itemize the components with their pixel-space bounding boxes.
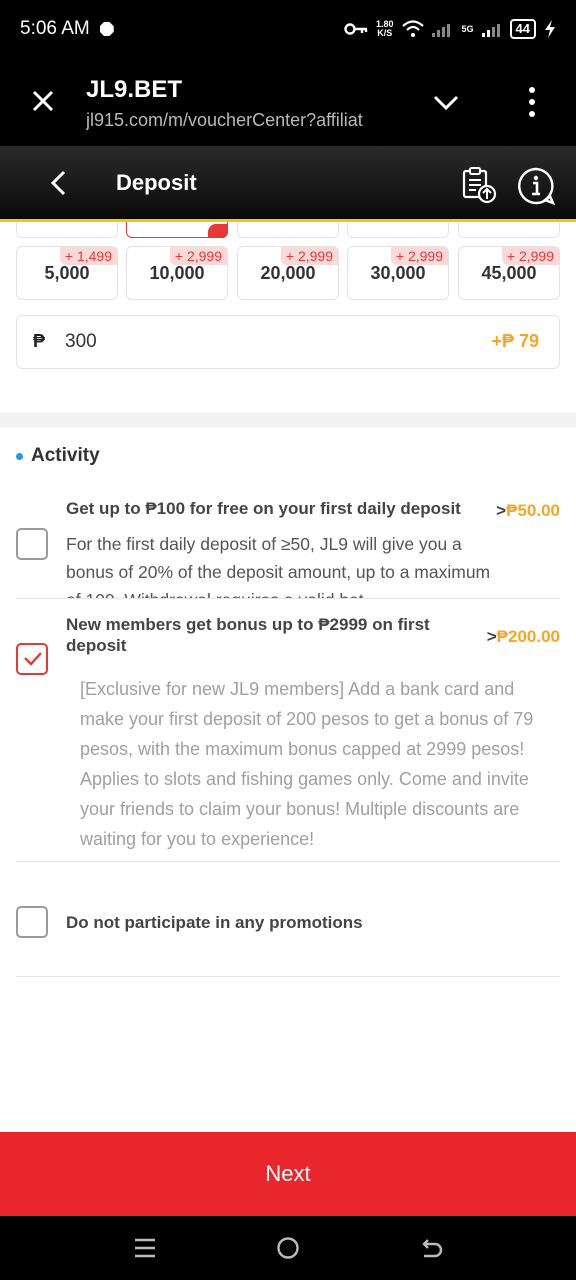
amount-tile[interactable]	[458, 222, 560, 238]
promo-title: Do not participate in any promotions	[66, 913, 363, 932]
divider	[16, 598, 560, 599]
tile-amount: 45,000	[481, 263, 537, 283]
signal-weak-icon	[431, 24, 450, 37]
amount-value: 300	[65, 331, 97, 352]
check-badge-icon	[208, 224, 228, 238]
charging-icon	[545, 20, 555, 38]
peso-icon: ₱	[33, 331, 46, 351]
close-icon[interactable]	[28, 86, 58, 116]
amount-tile[interactable]: + 2,999 10,000	[126, 246, 228, 300]
promo-description: [Exclusive for new JL9 members] Add a ba…	[80, 679, 534, 849]
app-header: Deposit	[0, 146, 576, 222]
check-icon	[24, 652, 42, 666]
activity-title: Activity	[31, 445, 100, 466]
notification-icon	[99, 22, 114, 36]
promo-title: New members get bonus up to ₱2999 on fir…	[66, 615, 430, 655]
browser-url[interactable]: jl915.com/m/voucherCenter?affiliat	[86, 110, 406, 131]
tile-amount: 10,000	[149, 263, 205, 283]
amount-tile[interactable]	[16, 222, 118, 238]
signal-icon	[481, 24, 500, 37]
recents-icon[interactable]	[133, 1236, 157, 1260]
promo-none[interactable]: Do not participate in any promotions	[16, 904, 560, 944]
tile-amount: 30,000	[370, 263, 426, 283]
home-icon[interactable]	[276, 1236, 300, 1260]
divider	[16, 976, 560, 977]
amount-tile-selected[interactable]	[126, 222, 228, 238]
status-bar: 5:06 AM 1.80 K/S 5G 44	[0, 0, 576, 58]
tile-amount: 5,000	[44, 263, 90, 283]
back-arrow-icon[interactable]	[44, 168, 74, 198]
browser-toolbar: JL9.BET jl915.com/m/voucherCenter?affili…	[0, 58, 576, 146]
promo-checkbox-checked[interactable]	[16, 643, 48, 675]
system-nav-bar	[0, 1216, 576, 1280]
amount-tile[interactable]: + 1,499 5,000	[16, 246, 118, 300]
divider	[16, 861, 560, 862]
page-title: Deposit	[116, 170, 197, 195]
amount-tile[interactable]: + 2,999 20,000	[237, 246, 339, 300]
deposit-record-icon[interactable]	[460, 166, 498, 204]
amount-bonus: +₱ 79	[491, 331, 539, 351]
chevron-down-icon[interactable]	[432, 90, 460, 114]
amount-tile[interactable]	[237, 222, 339, 238]
help-icon[interactable]	[516, 166, 556, 206]
tile-amount: 20,000	[260, 263, 316, 283]
promo-description: For the first daily deposit of ≥50, JL9 …	[66, 534, 491, 598]
promo-checkbox[interactable]	[16, 906, 48, 938]
browser-title: JL9.BET	[86, 76, 183, 103]
promo-new-member[interactable]: New members get bonus up to ₱2999 on fir…	[16, 612, 560, 860]
activity-heading: Activity	[16, 445, 100, 467]
promo-checkbox[interactable]	[16, 528, 48, 560]
back-icon[interactable]	[420, 1236, 444, 1260]
status-time: 5:06 AM	[20, 18, 90, 39]
network-type: 5G	[461, 24, 474, 34]
status-icons: 1.80 K/S 5G 44	[344, 19, 556, 39]
wifi-icon	[401, 20, 424, 37]
more-vertical-icon[interactable]	[524, 86, 540, 118]
promo-amount: >₱200.00	[486, 627, 560, 646]
next-button[interactable]: Next	[0, 1132, 576, 1216]
amount-tile[interactable]	[347, 222, 449, 238]
net-speed: 1.80 K/S	[375, 19, 394, 38]
section-separator	[0, 413, 576, 427]
amount-tiles-scrolled	[0, 222, 576, 238]
deposit-amount-input[interactable]: ₱ 300 +₱ 79	[16, 315, 560, 369]
bullet-icon	[16, 452, 23, 460]
promo-amount: >₱50.00	[496, 501, 560, 520]
promo-title: Get up to ₱100 for free on your first da…	[66, 499, 461, 518]
key-icon	[344, 23, 368, 35]
amount-tile[interactable]: + 2,999 45,000	[458, 246, 560, 300]
amount-tile[interactable]: + 2,999 30,000	[347, 246, 449, 300]
promo-daily-deposit[interactable]: Get up to ₱100 for free on your first da…	[16, 496, 560, 598]
battery-icon: 44	[509, 19, 536, 39]
